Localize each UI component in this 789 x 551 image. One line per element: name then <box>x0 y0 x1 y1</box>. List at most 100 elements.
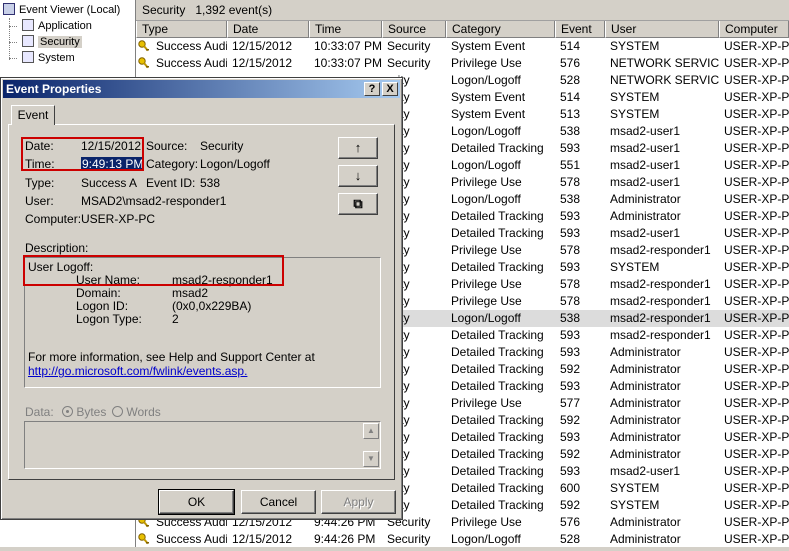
cell-computer: USER-XP-PC <box>724 175 789 189</box>
cell-computer: USER-XP-PC <box>724 430 789 444</box>
column-header-date[interactable]: Date <box>227 21 309 38</box>
cell-source: Security <box>387 39 431 53</box>
cell-event: 538 <box>560 311 581 325</box>
column-header-time[interactable]: Time <box>309 21 382 38</box>
help-button[interactable]: ? <box>364 82 380 96</box>
cell-computer: USER-XP-PC <box>724 311 789 325</box>
list-column-header: Type Date Time Source Category Event User Compu… <box>136 21 789 38</box>
cell-user: msad2-user1 <box>610 464 681 478</box>
help-link[interactable]: http://go.microsoft.com/fwlink/events.as… <box>28 364 247 378</box>
cell-event: 593 <box>560 430 581 444</box>
cell-user: Administrator <box>610 430 681 444</box>
cell-category: Detailed Tracking <box>451 413 544 427</box>
desc-field-value: 2 <box>172 312 179 326</box>
scroll-up-icon[interactable]: ▲ <box>363 423 379 439</box>
cell-user: Administrator <box>610 345 681 359</box>
cell-user: msad2-user1 <box>610 158 681 172</box>
column-header-computer[interactable]: Computer <box>719 21 789 38</box>
tree-root-event-viewer[interactable]: Event Viewer (Local) <box>3 2 120 18</box>
cell-computer: USER-XP-PC <box>724 260 789 274</box>
cell-user: SYSTEM <box>610 39 660 53</box>
tab-event[interactable]: Event <box>11 105 55 125</box>
tree-item-security[interactable]: Security <box>22 34 82 50</box>
desc-heading: User Logoff: <box>28 260 94 274</box>
cell-computer: USER-XP-PC <box>724 124 789 138</box>
cell-category: Logon/Logoff <box>451 532 521 546</box>
desc-field-value: (0x0,0x229BA) <box>172 299 252 313</box>
audit-key-icon <box>138 533 152 546</box>
cell-category: Detailed Tracking <box>451 379 544 393</box>
table-row[interactable]: Success Audit 12/15/2012 9:44:26 PM Securit… <box>136 531 789 548</box>
cell-computer: USER-XP-PC <box>724 39 789 53</box>
cell-computer: USER-XP-PC <box>724 379 789 393</box>
cell-user: Administrator <box>610 379 681 393</box>
cell-computer: USER-XP-PC <box>724 158 789 172</box>
words-label: Words <box>126 405 161 419</box>
cell-time: 10:33:07 PM <box>314 39 382 53</box>
cell-event: 592 <box>560 362 581 376</box>
cell-event: 577 <box>560 396 581 410</box>
apply-button[interactable]: Apply <box>321 490 396 514</box>
cell-category: System Event <box>451 90 526 104</box>
cell-computer: USER-XP-PC <box>724 532 789 546</box>
bytes-label: Bytes <box>76 405 107 419</box>
cell-category: Privilege Use <box>451 396 522 410</box>
event-properties-dialog: Event Properties ? X Event Date: 12/15/2… <box>0 77 403 520</box>
dialog-titlebar[interactable]: Event Properties ? X <box>3 80 400 98</box>
column-header-user[interactable]: User <box>605 21 719 38</box>
cell-category: Detailed Tracking <box>451 362 544 376</box>
cell-category: Detailed Tracking <box>451 481 544 495</box>
table-row[interactable]: Success Audit 12/15/2012 10:33:07 PM Securi… <box>136 38 789 55</box>
time-value[interactable]: 9:49:13 PM <box>81 157 145 171</box>
scroll-down-icon[interactable]: ▼ <box>363 451 379 467</box>
cell-user: Administrator <box>610 532 681 546</box>
description-box[interactable]: User Logoff: User Name: msad2-responder1… <box>24 257 381 388</box>
cell-category: Detailed Tracking <box>451 498 544 512</box>
cell-computer: USER-XP-PC <box>724 345 789 359</box>
cancel-button[interactable]: Cancel <box>241 490 316 514</box>
previous-event-button[interactable]: ↑ <box>338 137 378 159</box>
cell-category: Detailed Tracking <box>451 226 544 240</box>
description-label: Description: <box>25 241 89 255</box>
cell-user: NETWORK SERVICE <box>610 73 719 87</box>
cell-computer: USER-XP-PC <box>724 73 789 87</box>
cell-user: SYSTEM <box>610 90 660 104</box>
cell-event: 578 <box>560 175 581 189</box>
cell-computer: USER-XP-PC <box>724 141 789 155</box>
cell-event: 551 <box>560 158 581 172</box>
cell-computer: USER-XP-PC <box>724 464 789 478</box>
date-label: Date: <box>25 139 54 153</box>
cell-user: Administrator <box>610 209 681 223</box>
cell-event: 592 <box>560 413 581 427</box>
words-radio[interactable]: Words <box>112 405 161 419</box>
audit-key-icon <box>138 40 152 53</box>
table-row[interactable]: Success Audit 12/15/2012 10:33:07 PM Securi… <box>136 55 789 72</box>
column-header-type[interactable]: Type <box>136 21 227 38</box>
ok-button[interactable]: OK <box>158 489 235 515</box>
data-box[interactable]: ▲ ▼ <box>24 421 381 469</box>
tree-item-label: Application <box>38 20 92 32</box>
cell-computer: USER-XP-PC <box>724 498 789 512</box>
next-event-button[interactable]: ↓ <box>338 165 378 187</box>
list-title-bar: Security 1,392 event(s) <box>136 0 789 21</box>
column-header-event[interactable]: Event <box>555 21 605 38</box>
cell-event: 593 <box>560 260 581 274</box>
date-value: 12/15/2012 <box>81 139 142 153</box>
cell-category: Privilege Use <box>451 175 522 189</box>
close-button[interactable]: X <box>382 82 398 96</box>
cell-category: Privilege Use <box>451 294 522 308</box>
bytes-radio[interactable]: Bytes <box>62 405 106 419</box>
copy-icon[interactable]: ⧉ <box>338 193 378 215</box>
tree-item-system[interactable]: System <box>22 50 75 66</box>
computer-label: Computer: <box>25 212 82 226</box>
cell-user: SYSTEM <box>610 498 660 512</box>
tree-item-application[interactable]: Application <box>22 18 92 34</box>
column-header-category[interactable]: Category <box>446 21 555 38</box>
tree-item-label: System <box>38 52 75 64</box>
cell-computer: USER-XP-PC <box>724 447 789 461</box>
cell-source: Security <box>387 532 431 546</box>
eventid-value: 538 <box>200 176 221 190</box>
source-label: Source: <box>146 139 188 153</box>
cell-date: 12/15/2012 <box>232 39 293 53</box>
column-header-source[interactable]: Source <box>382 21 446 38</box>
